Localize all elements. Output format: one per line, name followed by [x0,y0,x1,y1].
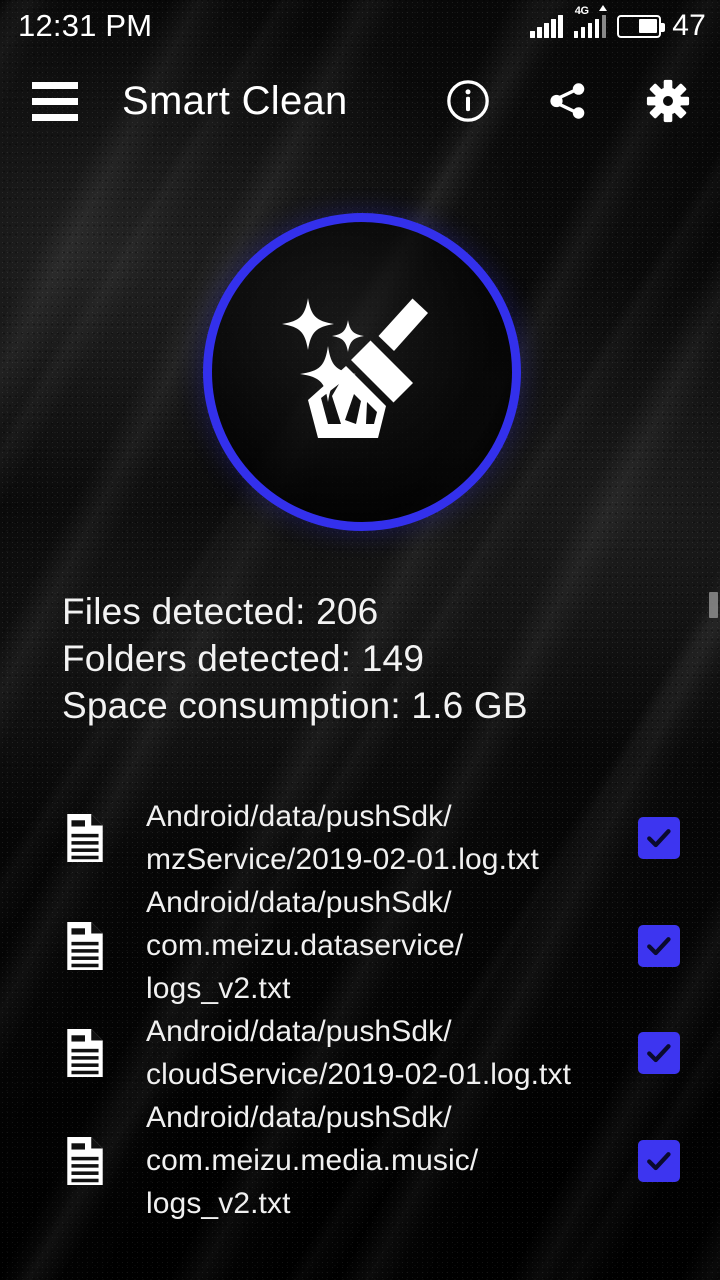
document-file-icon [62,1028,108,1078]
document-file-icon [62,921,108,971]
file-list-item-2[interactable]: Android/data/pushSdk/ cloudService/2019-… [0,1010,720,1096]
network-type-label: 4G [574,5,589,17]
smart-clean-logo [203,213,521,531]
settings-gear-icon[interactable] [644,77,692,125]
checkmark-icon [647,936,671,955]
network-uplink-arrow-icon [598,5,607,11]
checkmark-icon [647,1044,671,1063]
file-path-label: Android/data/pushSdk/ mzService/2019-02-… [146,800,539,876]
file-list-item-1[interactable]: Android/data/pushSdk/ com.meizu.dataserv… [0,881,720,1010]
file-select-checkbox-3[interactable] [638,1139,680,1182]
app-screen: 12:31 PM 4G 47 Smart Clean Files detecte… [0,0,720,1280]
share-icon[interactable] [544,77,592,125]
checkmark-icon [647,1151,671,1170]
file-path-label: Android/data/pushSdk/ com.meizu.dataserv… [146,886,464,1005]
app-bar-actions [444,77,692,125]
folders-detected-label: Folders detected: 149 [62,638,425,679]
battery-icon [617,14,666,38]
file-select-checkbox-0[interactable] [638,817,680,859]
hamburger-menu-icon[interactable] [32,78,88,124]
space-consumption-label: Space consumption: 1.6 GB [62,685,528,726]
signal-bars-icon [530,14,563,38]
file-list-item-0[interactable]: Android/data/pushSdk/ mzService/2019-02-… [0,795,720,881]
app-bar: Smart Clean [0,62,720,140]
file-path-label: Android/data/pushSdk/ cloudService/2019-… [146,1015,572,1091]
status-bar-right: 4G 47 [530,5,706,43]
signal-bars-4g-icon: 4G [573,5,607,38]
file-select-checkbox-2[interactable] [638,1032,680,1074]
page-title: Smart Clean [122,78,348,123]
battery-percent-label: 47 [672,9,706,42]
broom-sparkle-icon [282,298,428,438]
detected-file-list[interactable]: Android/data/pushSdk/ mzService/2019-02-… [0,795,720,1225]
info-icon[interactable] [444,77,492,125]
status-clock: 12:31 PM [18,8,153,43]
status-bar: 12:31 PM 4G 47 [0,0,720,52]
file-list-item-3[interactable]: Android/data/pushSdk/ com.meizu.media.mu… [0,1096,720,1225]
checkmark-icon [647,829,671,848]
scrollbar-thumb[interactable] [709,592,718,618]
scan-summary: Files detected: 206 Folders detected: 14… [62,588,528,729]
file-select-checkbox-1[interactable] [638,924,680,967]
document-file-icon [62,1136,108,1186]
files-detected-label: Files detected: 206 [62,591,379,632]
document-file-icon [62,813,108,863]
file-path-label: Android/data/pushSdk/ com.meizu.media.mu… [146,1101,479,1220]
